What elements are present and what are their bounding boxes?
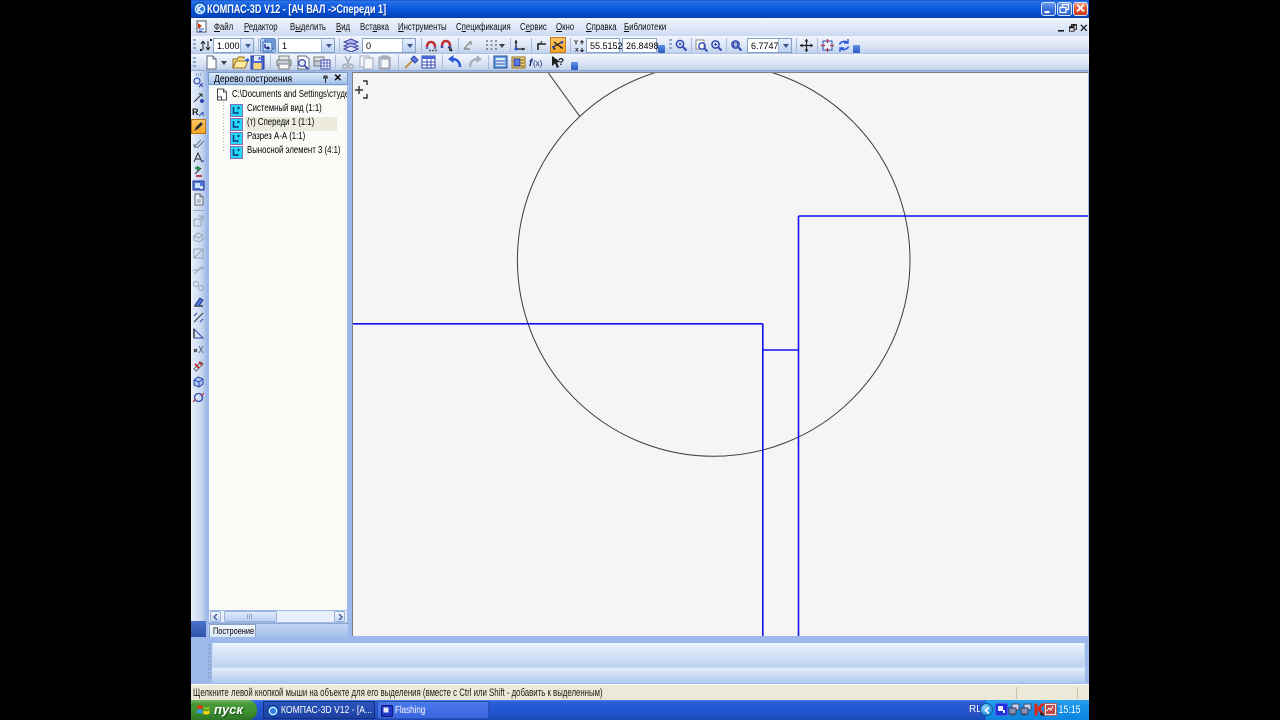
svg-text:x: x <box>575 47 579 53</box>
svg-text:(x): (x) <box>533 59 543 68</box>
svg-text:R: R <box>192 107 199 117</box>
svg-text:?: ? <box>558 57 564 68</box>
